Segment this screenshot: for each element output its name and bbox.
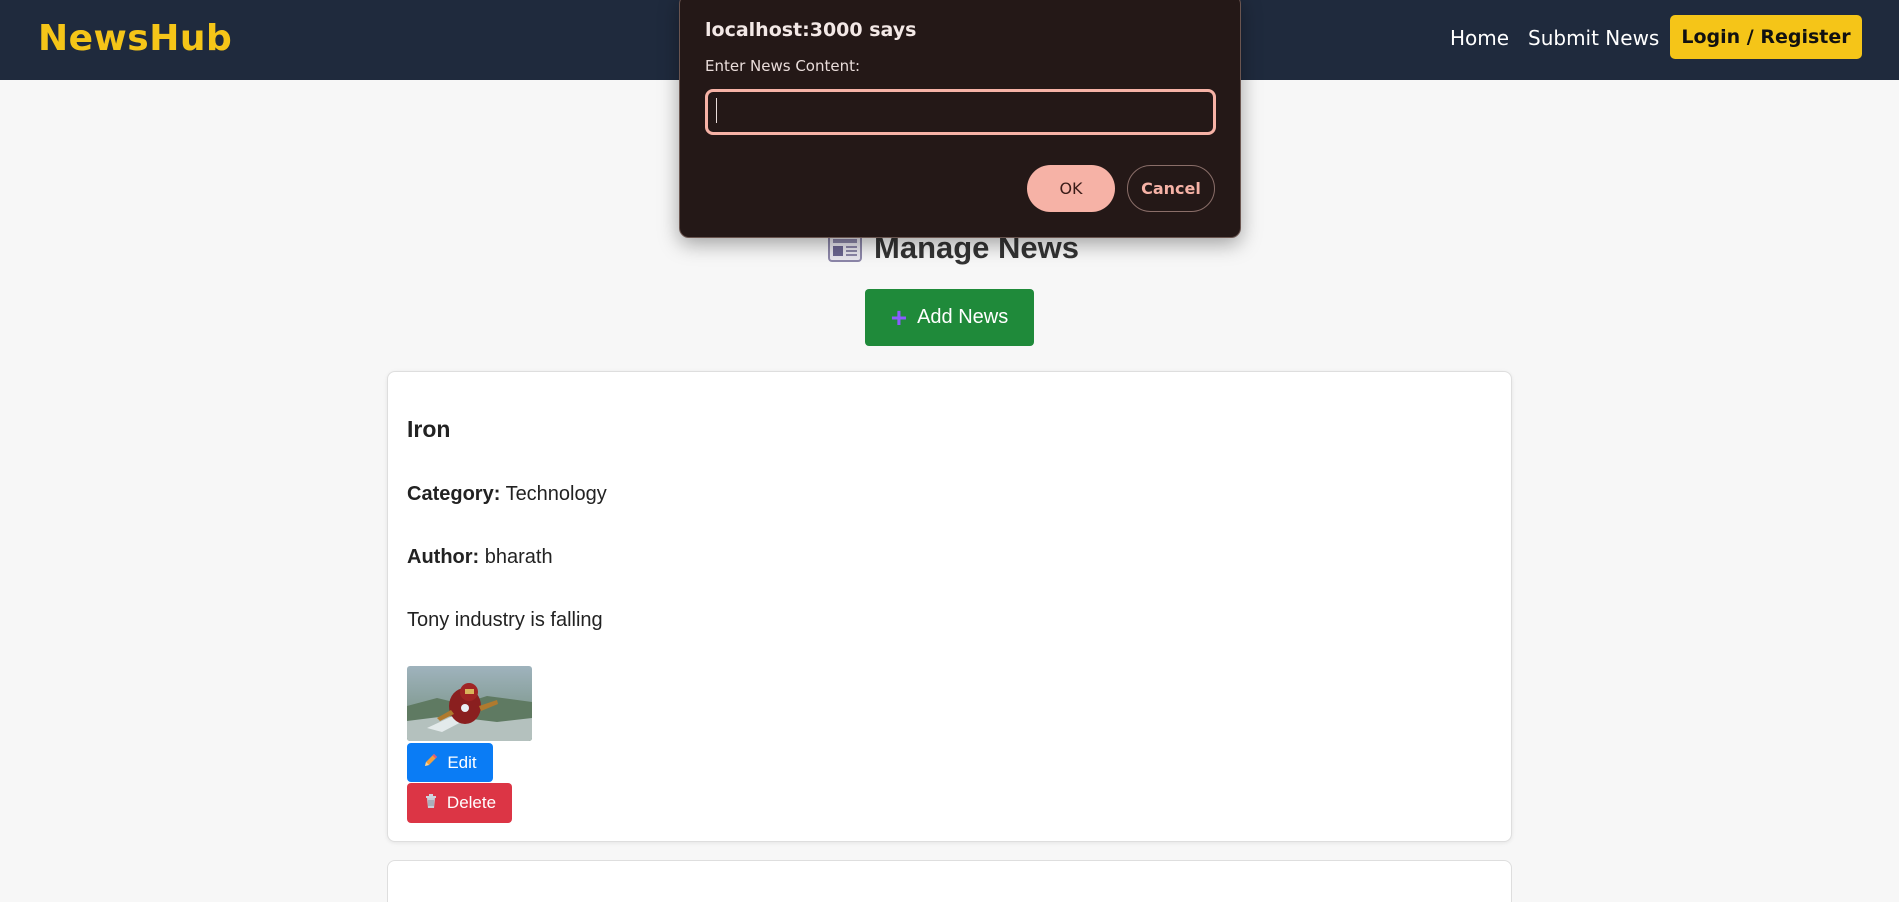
prompt-dialog: localhost:3000 says Enter News Content: … <box>679 0 1241 238</box>
author-label: Author: <box>407 546 480 568</box>
news-card: Iron Category: Technology Author: bharat… <box>387 371 1512 842</box>
dialog-title: localhost:3000 says <box>705 19 917 41</box>
plus-icon: + <box>890 301 908 333</box>
add-news-label: Add News <box>917 306 1009 328</box>
ok-button[interactable]: OK <box>1027 165 1115 212</box>
news-category: Category: Technology <box>407 483 607 506</box>
news-author: Author: bharath <box>407 546 553 569</box>
nav-link-submit-news[interactable]: Submit News <box>1528 26 1659 50</box>
trash-icon <box>423 793 439 814</box>
cancel-button[interactable]: Cancel <box>1127 165 1215 212</box>
text-caret <box>716 98 717 123</box>
delete-button[interactable]: Delete <box>407 783 512 823</box>
add-news-button[interactable]: + Add News <box>865 289 1034 346</box>
nav-link-home[interactable]: Home <box>1450 26 1509 50</box>
news-content-input[interactable] <box>705 89 1216 135</box>
edit-label: Edit <box>447 752 477 772</box>
pencil-icon <box>423 752 439 773</box>
news-title: Iron <box>407 416 451 442</box>
news-image <box>407 666 532 741</box>
login-register-button[interactable]: Login / Register <box>1670 15 1862 59</box>
dialog-message: Enter News Content: <box>705 57 861 75</box>
edit-button[interactable]: Edit <box>407 743 493 782</box>
author-value: bharath <box>484 546 553 568</box>
category-label: Category: <box>407 483 501 505</box>
category-value: Technology <box>505 483 607 505</box>
delete-label: Delete <box>446 793 497 812</box>
brand-logo[interactable]: NewsHub <box>38 18 232 59</box>
news-content: Tony industry is falling <box>407 609 603 631</box>
news-card-next <box>387 860 1512 902</box>
